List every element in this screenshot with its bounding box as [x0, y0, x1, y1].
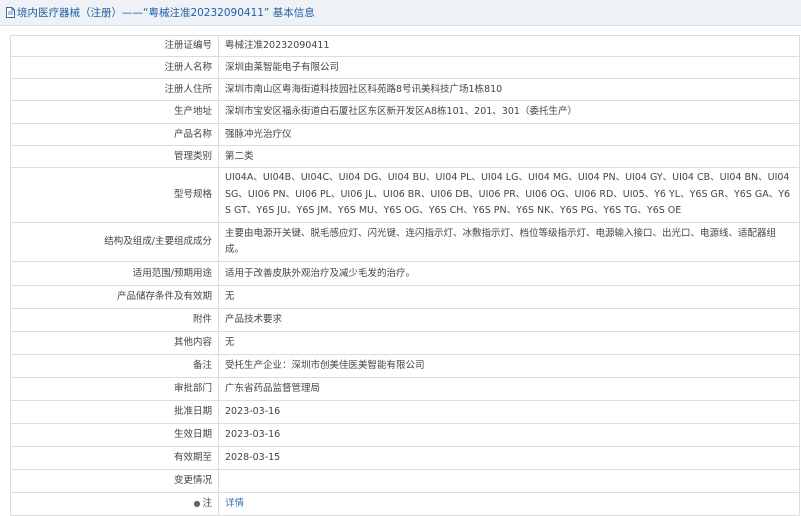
- row-label: 产品名称: [10, 123, 219, 146]
- approval-date: 2023-03-16: [218, 400, 800, 424]
- row-label: 产品储存条件及有效期: [10, 285, 219, 309]
- table-row: 注册证编号 粤械注准20232090411: [10, 35, 800, 57]
- info-table: 注册证编号 粤械注准20232090411 注册人名称 深圳由莱智能电子有限公司…: [10, 35, 800, 516]
- table-row: 结构及组成/主要组成成分 主要由电源开关键、脱毛感应灯、闪光键、连闪指示灯、冰敷…: [10, 222, 800, 262]
- row-label: 型号规格: [10, 167, 219, 223]
- row-label: 结构及组成/主要组成成分: [10, 222, 219, 262]
- production-address: 深圳市宝安区福永街道白石厦社区东区新开发区A8栋101、201、301（委托生产…: [218, 100, 800, 124]
- page-header: 境内医疗器械（注册）——“粤械注准20232090411” 基本信息: [0, 0, 801, 26]
- table-row: 审批部门 广东省药品监督管理局: [10, 377, 800, 401]
- management-category: 第二类: [218, 145, 800, 168]
- document-icon: [6, 7, 15, 18]
- table-row: 批准日期 2023-03-16: [10, 400, 800, 424]
- row-label: 有效期至: [10, 446, 219, 470]
- table-row: 生效日期 2023-03-16: [10, 423, 800, 447]
- other-content: 无: [218, 331, 800, 355]
- table-row: 附件 产品技术要求: [10, 308, 800, 332]
- row-label: 备注: [10, 354, 219, 378]
- row-label: 审批部门: [10, 377, 219, 401]
- registrant-address: 深圳市南山区粤海街道科技园社区科苑路8号讯美科技广场1栋810: [218, 78, 800, 101]
- change-status: [218, 469, 800, 493]
- table-row: 产品名称 强脉冲光治疗仪: [10, 123, 800, 146]
- remarks: 受托生产企业：深圳市创美佳医美智能有限公司: [218, 354, 800, 378]
- model-specification: UI04A、UI04B、UI04C、UI04 DG、UI04 BU、UI04 P…: [218, 167, 800, 223]
- pin-icon: ●: [193, 499, 201, 508]
- row-label: 适用范围/预期用途: [10, 261, 219, 286]
- row-label: 生产地址: [10, 100, 219, 124]
- attachment: 产品技术要求: [218, 308, 800, 332]
- structure-composition: 主要由电源开关键、脱毛感应灯、闪光键、连闪指示灯、冰敷指示灯、档位等级指示灯、电…: [218, 222, 800, 262]
- row-label-note: ● 注: [10, 492, 219, 516]
- approval-department: 广东省药品监督管理局: [218, 377, 800, 401]
- registration-number: 粤械注准20232090411: [218, 35, 800, 57]
- table-row: 管理类别 第二类: [10, 145, 800, 168]
- intended-use: 适用于改善皮肤外观治疗及减少毛发的治疗。: [218, 261, 800, 286]
- table-row: 生产地址 深圳市宝安区福永街道白石厦社区东区新开发区A8栋101、201、301…: [10, 100, 800, 124]
- row-label: 其他内容: [10, 331, 219, 355]
- product-name: 强脉冲光治疗仪: [218, 123, 800, 146]
- row-label: 注册人名称: [10, 56, 219, 79]
- row-label: 注册证编号: [10, 35, 219, 57]
- details-cell: 详情: [218, 492, 800, 516]
- row-label: 管理类别: [10, 145, 219, 168]
- details-link[interactable]: 详情: [225, 498, 244, 509]
- row-label: 附件: [10, 308, 219, 332]
- row-label: 批准日期: [10, 400, 219, 424]
- table-row: ● 注 详情: [10, 492, 800, 516]
- table-row: 适用范围/预期用途 适用于改善皮肤外观治疗及减少毛发的治疗。: [10, 261, 800, 286]
- table-row: 型号规格 UI04A、UI04B、UI04C、UI04 DG、UI04 BU、U…: [10, 167, 800, 223]
- row-label: 变更情况: [10, 469, 219, 493]
- row-label: 生效日期: [10, 423, 219, 447]
- valid-until: 2028-03-15: [218, 446, 800, 470]
- effective-date: 2023-03-16: [218, 423, 800, 447]
- storage-conditions: 无: [218, 285, 800, 309]
- table-row: 注册人住所 深圳市南山区粤海街道科技园社区科苑路8号讯美科技广场1栋810: [10, 78, 800, 101]
- row-label: 注册人住所: [10, 78, 219, 101]
- page-title: 境内医疗器械（注册）——“粤械注准20232090411” 基本信息: [17, 7, 315, 19]
- note-label: 注: [202, 498, 212, 509]
- table-row: 有效期至 2028-03-15: [10, 446, 800, 470]
- table-row: 产品储存条件及有效期 无: [10, 285, 800, 309]
- table-row: 注册人名称 深圳由莱智能电子有限公司: [10, 56, 800, 79]
- table-row: 备注 受托生产企业：深圳市创美佳医美智能有限公司: [10, 354, 800, 378]
- table-row: 变更情况: [10, 469, 800, 493]
- table-row: 其他内容 无: [10, 331, 800, 355]
- registrant-name: 深圳由莱智能电子有限公司: [218, 56, 800, 79]
